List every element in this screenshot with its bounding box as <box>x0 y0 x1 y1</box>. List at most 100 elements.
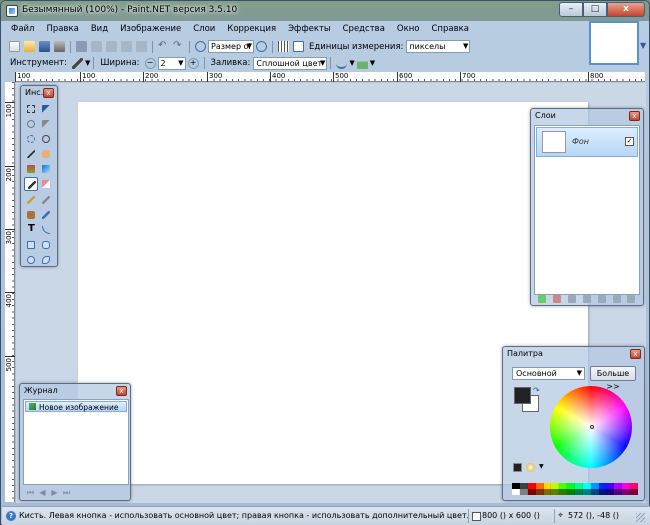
color-swatch[interactable] <box>606 489 615 495</box>
increase-icon[interactable]: + <box>187 57 199 69</box>
color-picker-tool[interactable] <box>39 193 53 207</box>
palette-menu-icon[interactable] <box>526 463 535 472</box>
menu-image[interactable]: Изображение <box>114 21 187 37</box>
text-tool[interactable]: T <box>24 223 38 237</box>
color-swatch[interactable] <box>590 489 599 495</box>
reset-colors-icon[interactable] <box>513 463 522 472</box>
color-mode-combo[interactable]: Основной ▼ <box>512 367 585 380</box>
units-combo[interactable]: пикселы ▼ <box>406 40 471 53</box>
rulers-icon[interactable] <box>293 41 304 52</box>
pan-tool[interactable] <box>39 147 53 161</box>
chevron-down-icon[interactable]: ▼ <box>370 59 375 67</box>
line-curve-tool[interactable] <box>39 223 53 237</box>
merge-layer-icon[interactable] <box>582 295 591 303</box>
image-thumbnail-tab[interactable] <box>589 21 639 65</box>
menu-layers[interactable]: Слои <box>187 21 221 37</box>
menu-edit[interactable]: Правка <box>40 21 84 37</box>
color-swatch[interactable] <box>575 489 583 495</box>
zoom-tool[interactable] <box>39 132 53 146</box>
color-swatch[interactable] <box>543 489 552 495</box>
paintnet-app-icon[interactable] <box>6 5 18 17</box>
maximize-button[interactable]: □ <box>583 2 607 17</box>
fill-combo[interactable]: Сплошной цвет ▼ <box>253 56 328 70</box>
duplicate-layer-icon[interactable] <box>568 295 577 303</box>
grid-icon[interactable] <box>278 41 289 52</box>
color-swatch[interactable] <box>614 489 623 495</box>
close-icon[interactable]: x <box>629 111 640 121</box>
recolor-tool[interactable] <box>39 208 53 222</box>
close-icon[interactable]: x <box>630 349 641 359</box>
history-window-titlebar[interactable]: Журнал x <box>20 384 130 398</box>
open-folder-icon[interactable] <box>24 41 35 52</box>
color-swatch[interactable] <box>527 489 536 495</box>
menu-help[interactable]: Справка <box>426 21 475 37</box>
save-icon[interactable] <box>39 41 50 52</box>
new-file-icon[interactable] <box>9 41 20 52</box>
ellipse-select-tool[interactable] <box>24 132 38 146</box>
history-item[interactable]: Новое изображение <box>25 401 127 412</box>
color-swatch[interactable] <box>512 489 520 495</box>
zoom-icon[interactable] <box>195 41 206 52</box>
menu-view[interactable]: Вид <box>85 21 114 37</box>
layer-visibility-checkbox[interactable]: ✓ <box>625 137 634 146</box>
layers-window-titlebar[interactable]: Слои x <box>531 109 643 123</box>
zoom-in-icon[interactable] <box>256 41 267 52</box>
lasso-select-tool[interactable] <box>24 117 38 131</box>
chevron-down-icon[interactable]: ▼ <box>85 59 90 67</box>
eraser-tool[interactable] <box>39 177 53 191</box>
color-swatch[interactable] <box>551 489 560 495</box>
menu-file[interactable]: Файл <box>5 21 40 37</box>
decrease-icon[interactable]: − <box>144 57 156 69</box>
palette-window-titlebar[interactable]: Палитра x <box>503 347 644 361</box>
crop-icon[interactable] <box>121 41 132 52</box>
freeform-shape-tool[interactable] <box>39 253 53 267</box>
color-swatch[interactable] <box>622 489 631 495</box>
layer-item[interactable]: Фон ✓ <box>536 127 638 157</box>
move-selected-tool[interactable] <box>39 102 53 116</box>
gradient-tool[interactable] <box>39 162 53 176</box>
clone-stamp-tool[interactable] <box>24 208 38 222</box>
move-down-icon[interactable] <box>612 295 621 303</box>
brush-icon[interactable] <box>71 57 83 69</box>
paint-bucket-tool[interactable] <box>24 162 38 176</box>
primary-color-swatch[interactable] <box>514 387 531 404</box>
paintbrush-tool[interactable] <box>24 177 38 192</box>
undo-icon[interactable]: ↶ <box>158 41 169 52</box>
print-icon[interactable] <box>54 41 65 52</box>
blend-mode-icon[interactable] <box>356 57 368 69</box>
layer-properties-icon[interactable] <box>627 295 636 303</box>
menu-effects[interactable]: Эффекты <box>282 21 337 37</box>
swap-colors-icon[interactable]: ↷ <box>533 386 540 395</box>
move-up-icon[interactable] <box>597 295 606 303</box>
tools-window-titlebar[interactable]: Инс... x <box>21 86 57 100</box>
color-swatch[interactable] <box>598 489 607 495</box>
add-layer-icon[interactable] <box>538 295 547 303</box>
rectangle-tool[interactable] <box>24 238 38 252</box>
more-colors-button[interactable]: Больше >> <box>590 366 636 391</box>
menu-utilities[interactable]: Средства <box>337 21 391 37</box>
chevron-down-icon[interactable]: ▼ <box>539 463 544 472</box>
fast-forward-icon[interactable]: ⏭ <box>62 488 71 497</box>
close-icon[interactable]: x <box>43 88 54 98</box>
color-swatch[interactable] <box>559 489 568 495</box>
title-bar[interactable]: Безымянный (100%) - Paint.NET версия 3.5… <box>1 1 649 21</box>
width-combo[interactable]: 2 ▼ <box>157 56 186 70</box>
color-swatch[interactable] <box>582 489 591 495</box>
chevron-down-icon[interactable]: ▼ <box>349 59 354 67</box>
resize-grip-icon[interactable] <box>636 513 645 522</box>
move-selection-tool[interactable] <box>39 117 53 131</box>
magic-wand-tool[interactable] <box>24 147 38 161</box>
deselect-icon[interactable] <box>136 41 147 52</box>
zoom-combo[interactable]: Размер оі ▼ <box>208 40 254 53</box>
rewind-icon[interactable]: ⏮ <box>26 488 35 497</box>
color-swatch[interactable] <box>519 489 528 495</box>
color-swatch[interactable] <box>630 489 638 495</box>
redo-icon[interactable]: ▶ <box>50 488 59 497</box>
copy-icon[interactable] <box>91 41 102 52</box>
chevron-down-icon[interactable]: ▼ <box>640 41 646 50</box>
delete-layer-icon[interactable] <box>553 295 562 303</box>
cut-icon[interactable] <box>76 41 87 52</box>
color-swatch[interactable] <box>535 489 544 495</box>
paste-icon[interactable] <box>106 41 117 52</box>
close-icon[interactable]: x <box>116 386 127 396</box>
